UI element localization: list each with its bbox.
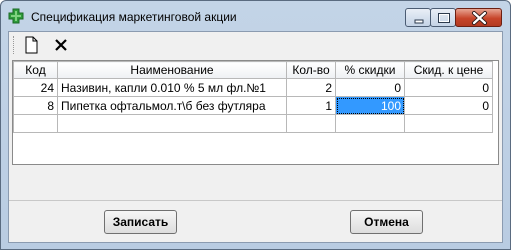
close-icon <box>472 11 487 25</box>
cell-code[interactable]: 24 <box>13 78 58 97</box>
window-title: Спецификация маркетинговой акции <box>31 10 237 24</box>
toolbar <box>9 32 502 58</box>
app-cross-icon <box>8 8 24 24</box>
cell-name[interactable] <box>57 114 287 133</box>
cell-qty[interactable] <box>286 114 336 133</box>
save-button[interactable]: Записать <box>104 210 177 234</box>
column-header-qty[interactable]: Кол-во <box>286 61 336 79</box>
column-header-price-discount[interactable]: Скид. к цене <box>404 61 493 79</box>
footer-divider <box>9 200 502 201</box>
cell-discount-pct[interactable]: 0 <box>335 78 405 97</box>
column-header-discount-pct[interactable]: % скидки <box>335 61 405 79</box>
maximize-button[interactable] <box>430 8 456 27</box>
app-window: Спецификация маркетинговой акции Код Наи… <box>0 0 511 250</box>
close-button[interactable] <box>455 8 502 27</box>
cell-discount-pct[interactable] <box>335 114 405 133</box>
cell-qty[interactable]: 1 <box>286 96 336 115</box>
specification-grid[interactable]: Код Наименование Кол-во % скидки Скид. к… <box>12 60 499 165</box>
new-document-icon[interactable] <box>21 35 41 55</box>
cell-qty[interactable]: 2 <box>286 78 336 97</box>
table-row[interactable]: 24 Називин, капли 0.010 % 5 мл фл.№1 2 0… <box>13 78 493 97</box>
cell-code[interactable]: 8 <box>13 96 58 115</box>
dialog-client-area: Код Наименование Кол-во % скидки Скид. к… <box>8 31 503 243</box>
cell-code[interactable] <box>13 114 58 133</box>
table-header-row: Код Наименование Кол-во % скидки Скид. к… <box>13 61 493 79</box>
cell-price-discount[interactable]: 0 <box>404 96 493 115</box>
toolbar-grip[interactable] <box>13 36 15 54</box>
cancel-button[interactable]: Отмена <box>350 210 423 234</box>
table-row-empty[interactable] <box>13 114 493 133</box>
minimize-icon <box>414 19 424 24</box>
cell-name[interactable]: Називин, капли 0.010 % 5 мл фл.№1 <box>57 78 287 97</box>
specification-table: Код Наименование Кол-во % скидки Скид. к… <box>13 61 493 133</box>
cell-name[interactable]: Пипетка офтальмол.т\б без футляра <box>57 96 287 115</box>
cell-price-discount[interactable]: 0 <box>404 78 493 97</box>
title-bar[interactable]: Спецификация маркетинговой акции <box>1 1 510 31</box>
delete-icon[interactable] <box>51 35 71 55</box>
column-header-name[interactable]: Наименование <box>57 61 287 79</box>
column-header-code[interactable]: Код <box>13 61 58 79</box>
cell-discount-pct-selected[interactable]: 100 <box>335 96 405 115</box>
maximize-icon <box>438 13 450 23</box>
table-row[interactable]: 8 Пипетка офтальмол.т\б без футляра 1 10… <box>13 96 493 115</box>
minimize-button[interactable] <box>405 8 431 27</box>
cell-price-discount[interactable] <box>404 114 493 133</box>
